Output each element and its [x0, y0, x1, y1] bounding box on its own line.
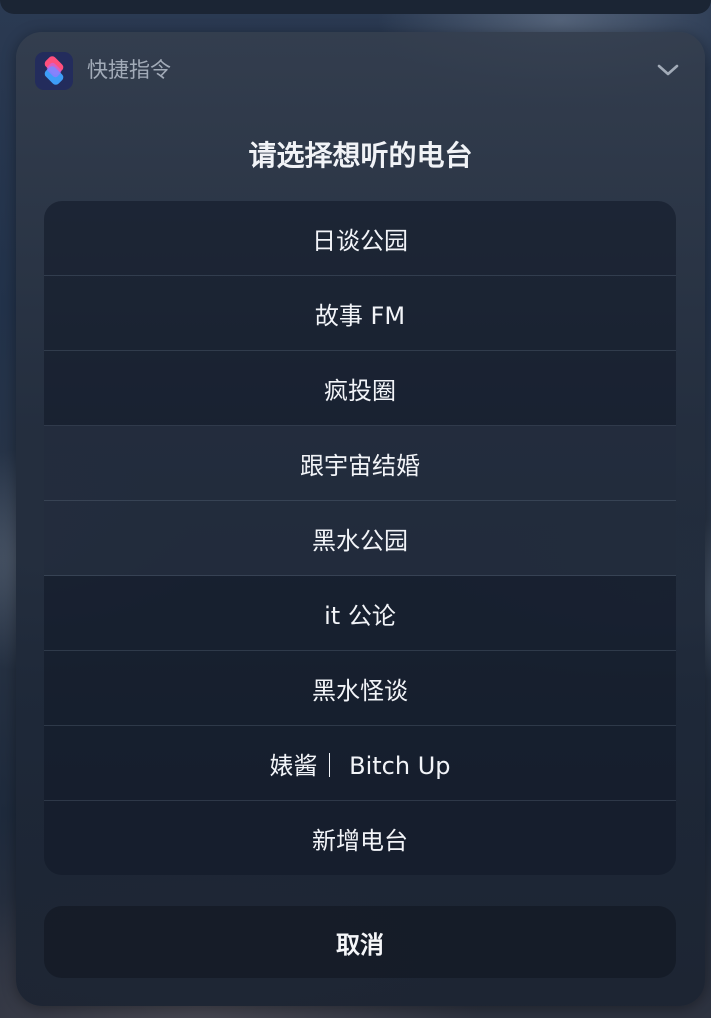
option-item[interactable]: it 公论 — [44, 576, 676, 651]
option-list: 日谈公园 故事 FM 疯投圈 跟宇宙结婚 黑水公园 it 公论 黑水怪谈 婊酱｜… — [44, 201, 676, 875]
shortcuts-app-icon — [35, 52, 73, 90]
option-item[interactable]: 新增电台 — [44, 801, 676, 875]
app-name-label: 快捷指令 — [87, 58, 171, 82]
previous-notification-edge — [0, 0, 711, 14]
option-item[interactable]: 黑水公园 — [44, 501, 676, 576]
chevron-down-icon[interactable] — [654, 58, 682, 82]
dialog-title: 请选择想听的电台 — [248, 139, 473, 172]
cancel-button[interactable]: 取消 — [44, 906, 676, 978]
shortcut-menu-sheet: 快捷指令 请选择想听的电台 日谈公园 故事 FM 疯投圈 跟宇宙结婚 黑水公园 … — [16, 32, 705, 1006]
sheet-header: 快捷指令 — [16, 32, 705, 106]
option-item[interactable]: 婊酱｜ Bitch Up — [44, 726, 676, 801]
option-item[interactable]: 疯投圈 — [44, 351, 676, 426]
option-item[interactable]: 日谈公园 — [44, 201, 676, 276]
option-item[interactable]: 故事 FM — [44, 276, 676, 351]
option-item[interactable]: 黑水怪谈 — [44, 651, 676, 726]
option-item[interactable]: 跟宇宙结婚 — [44, 426, 676, 501]
